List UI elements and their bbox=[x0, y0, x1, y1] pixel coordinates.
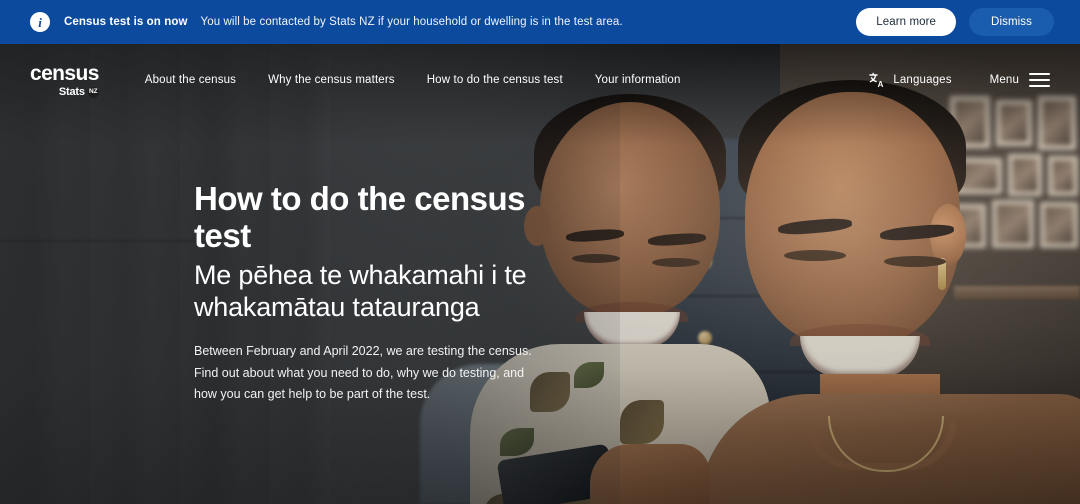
alert-banner: i Census test is on now You will be cont… bbox=[0, 0, 1080, 44]
logo-nz-badge: NZ bbox=[87, 86, 99, 98]
nav-item-your-information[interactable]: Your information bbox=[595, 74, 681, 86]
alert-headline: Census test is on now bbox=[64, 16, 188, 28]
hamburger-icon bbox=[1029, 73, 1050, 87]
main-navigation: About the census Why the census matters … bbox=[145, 74, 681, 86]
alert-actions: Learn more Dismiss bbox=[856, 8, 1054, 36]
hero-subtitle-maori: Me pēhea te whakamahi i te whakamātau ta… bbox=[194, 259, 527, 322]
menu-button[interactable]: Menu bbox=[990, 73, 1050, 87]
hero-copy: How to do the census test Me pēhea te wh… bbox=[194, 180, 554, 406]
svg-text:A: A bbox=[878, 80, 884, 88]
menu-label: Menu bbox=[989, 74, 1019, 86]
nav-item-why-the-census-matters[interactable]: Why the census matters bbox=[268, 74, 395, 86]
languages-button[interactable]: A Languages bbox=[869, 72, 951, 88]
nav-item-about-the-census[interactable]: About the census bbox=[145, 74, 236, 86]
learn-more-button[interactable]: Learn more bbox=[856, 8, 957, 36]
census-logo[interactable]: census Stats NZ bbox=[30, 63, 99, 98]
hero-title: How to do the census test bbox=[194, 180, 526, 255]
dismiss-button[interactable]: Dismiss bbox=[969, 8, 1054, 36]
languages-label: Languages bbox=[893, 74, 952, 86]
logo-stats-text: Stats bbox=[58, 85, 85, 98]
nav-item-how-to-do-the-census-test[interactable]: How to do the census test bbox=[427, 74, 563, 86]
census-homepage: i Census test is on now You will be cont… bbox=[0, 0, 1080, 504]
alert-message: You will be contacted by Stats NZ if you… bbox=[200, 16, 623, 28]
logo-statsnz: Stats NZ bbox=[58, 85, 99, 98]
logo-wordmark: census bbox=[30, 61, 99, 85]
site-header: census Stats NZ About the census Why the… bbox=[0, 44, 1080, 116]
translate-icon: A bbox=[869, 72, 884, 88]
info-icon: i bbox=[30, 12, 50, 32]
hero-description: Between February and April 2022, we are … bbox=[194, 344, 532, 402]
header-utilities: A Languages Menu bbox=[869, 72, 1050, 88]
